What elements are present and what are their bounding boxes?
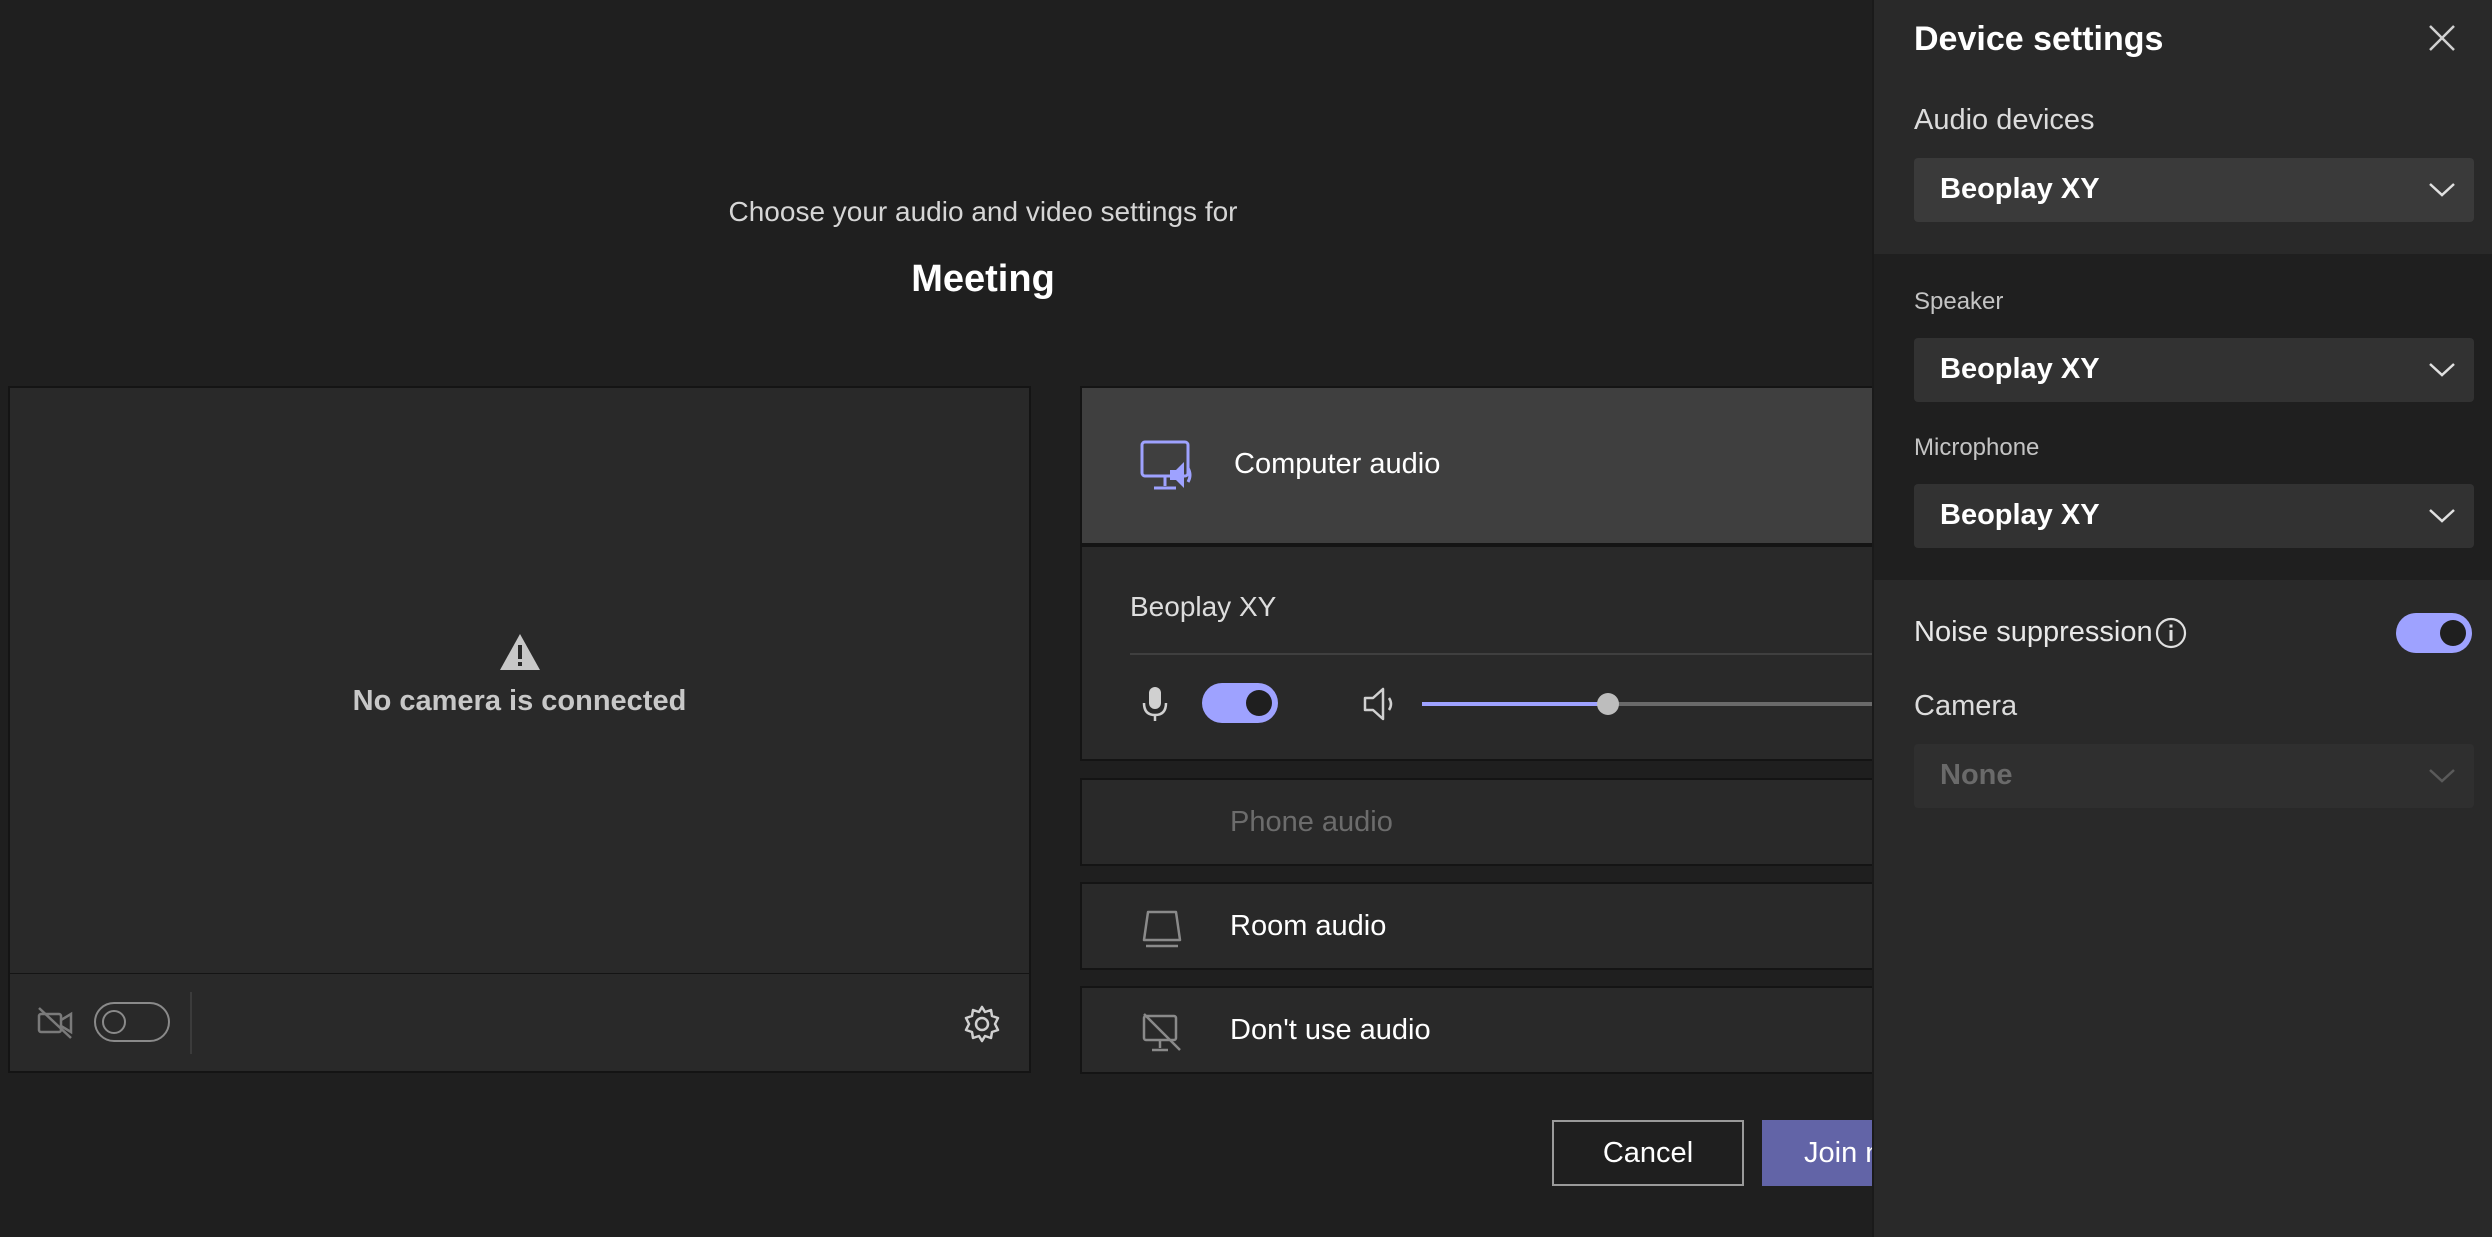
gear-icon[interactable] [962, 1004, 1002, 1044]
camera-preview: No camera is connected [8, 386, 1031, 973]
microphone-icon [1142, 687, 1168, 721]
noise-suppression-toggle[interactable] [2396, 613, 2472, 653]
phone-audio-option[interactable]: Phone audio [1080, 778, 1980, 866]
microphone-toggle-knob [1246, 690, 1272, 716]
panel-title: Device settings [1914, 20, 2164, 58]
device-settings-panel: Device settings Audio devices Beoplay XY… [1872, 0, 2492, 1237]
camera-dropdown[interactable]: None [1914, 744, 2474, 808]
speaker-value: Beoplay XY [1940, 353, 2100, 385]
computer-audio-label: Computer audio [1234, 448, 1441, 480]
close-icon[interactable] [2426, 22, 2458, 54]
computer-audio-option[interactable]: Computer audio [1080, 386, 1980, 545]
no-camera-message: No camera is connected [10, 632, 1029, 718]
room-device-icon [1142, 910, 1182, 948]
computer-audio-details: Beoplay XY [1080, 545, 2030, 761]
settings-subtitle: Choose your audio and video settings for [728, 196, 1238, 227]
cancel-button[interactable]: Cancel [1552, 1120, 1744, 1186]
volume-slider-fill [1422, 702, 1608, 706]
camera-off-icon [37, 1007, 73, 1039]
room-audio-label: Room audio [1230, 910, 1387, 942]
camera-value: None [1940, 759, 2013, 791]
camera-toggle[interactable] [94, 1002, 170, 1042]
info-icon[interactable] [2154, 616, 2188, 650]
speaker-dropdown[interactable]: Beoplay XY [1914, 338, 2474, 402]
chevron-down-icon [2429, 769, 2455, 783]
audio-devices-label: Audio devices [1914, 104, 2095, 136]
speaker-icon [1363, 687, 1393, 721]
audio-devices-dropdown[interactable]: Beoplay XY [1914, 158, 2474, 222]
no-audio-option[interactable]: Don't use audio [1080, 986, 1980, 1074]
audio-device-name: Beoplay XY [1130, 591, 1277, 622]
microphone-dropdown[interactable]: Beoplay XY [1914, 484, 2474, 548]
chevron-down-icon [2429, 363, 2455, 377]
room-audio-option[interactable]: Room audio [1080, 882, 1980, 970]
phone-audio-label: Phone audio [1230, 806, 1393, 838]
audio-devices-value: Beoplay XY [1940, 173, 2100, 205]
noise-suppression-label: Noise suppression [1914, 616, 2153, 648]
no-audio-label: Don't use audio [1230, 1014, 1431, 1046]
chevron-down-icon [2429, 183, 2455, 197]
volume-slider-thumb[interactable] [1597, 693, 1619, 715]
microphone-toggle[interactable] [1202, 683, 1278, 723]
computer-audio-icon [1140, 440, 1192, 490]
audio-device-subsettings: Speaker Beoplay XY Microphone Beoplay XY [1874, 254, 2492, 580]
no-camera-text: No camera is connected [352, 685, 687, 717]
camera-toggle-knob [102, 1010, 126, 1034]
meeting-title: Meeting [911, 258, 1055, 300]
warning-icon [499, 634, 540, 670]
microphone-label: Microphone [1914, 434, 2040, 461]
audio-off-icon [1142, 1013, 1181, 1052]
chevron-down-icon [2429, 509, 2455, 523]
speaker-label: Speaker [1914, 288, 2004, 315]
camera-label: Camera [1914, 690, 2018, 722]
pre-join-screen: Choose your audio and video settings for… [0, 0, 2492, 1237]
controls-divider [190, 992, 192, 1054]
noise-suppression-toggle-knob [2440, 620, 2466, 646]
camera-controls-bar [8, 973, 1031, 1073]
microphone-value: Beoplay XY [1940, 499, 2100, 531]
